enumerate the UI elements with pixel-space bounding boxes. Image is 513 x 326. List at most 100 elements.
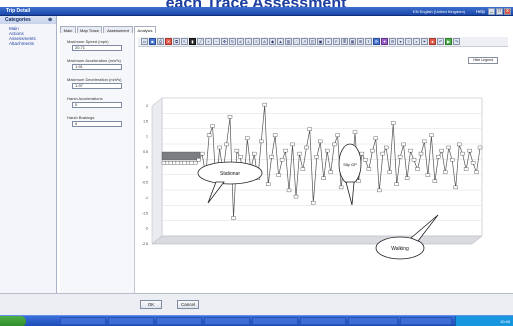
play-icon[interactable]: ▶ — [445, 38, 452, 45]
tab-analysis[interactable]: Analysis — [134, 26, 156, 33]
zoom-out-icon[interactable]: − — [213, 38, 220, 45]
language-indicator[interactable]: EN English (United Kingdom) — [413, 8, 465, 15]
maximize-button[interactable]: □ — [496, 8, 503, 15]
data-point — [377, 188, 382, 193]
clock: 10:46 — [499, 319, 510, 324]
font-icon[interactable]: F — [333, 38, 340, 45]
pointer-icon[interactable]: ↖ — [181, 38, 188, 45]
undo-icon[interactable]: ↶ — [437, 38, 444, 45]
cancel-button[interactable]: Cancel — [177, 300, 199, 309]
max-speed-label: Maximum Speed (mph) — [67, 39, 109, 44]
line-tool-icon[interactable]: ╱ — [197, 38, 204, 45]
data-point — [272, 133, 278, 137]
taskbar-item[interactable] — [300, 317, 346, 325]
data-point — [429, 133, 434, 137]
redo-icon[interactable]: ↷ — [453, 38, 460, 45]
data-point — [307, 127, 312, 131]
trend-icon[interactable]: ↗ — [301, 38, 308, 45]
dropdown-icon[interactable]: ▾ — [397, 38, 404, 45]
rotate-icon[interactable]: ↻ — [229, 38, 236, 45]
pan-icon[interactable]: ✥ — [221, 38, 228, 45]
data-point — [387, 170, 392, 174]
data-point — [460, 151, 465, 156]
pin-icon[interactable]: ⊕ — [48, 16, 52, 24]
data-icon[interactable]: ▦ — [349, 38, 356, 45]
taskbar-item[interactable] — [400, 317, 452, 325]
find-icon[interactable]: ⌕ — [413, 38, 420, 45]
max-deceleration-field[interactable]: 1.97 — [72, 83, 122, 89]
legend-icon[interactable]: ≡ — [253, 38, 260, 45]
data-point — [432, 179, 438, 183]
data-point — [408, 148, 413, 153]
data-point — [404, 176, 410, 180]
data-point — [321, 176, 326, 180]
data-point — [193, 161, 198, 165]
harsh-accelerations-field[interactable]: 0 — [72, 102, 122, 108]
data-point — [401, 142, 406, 147]
max-deceleration-label: Maximum Deceleration (m/s²s) — [67, 77, 122, 82]
data-point — [373, 136, 378, 140]
tab-main[interactable]: Main — [60, 26, 76, 33]
taskbar-item[interactable] — [348, 317, 398, 325]
color-icon[interactable]: ◐ — [325, 38, 332, 45]
properties-icon[interactable]: ⚙ — [389, 38, 396, 45]
export-icon[interactable]: ⇪ — [365, 38, 372, 45]
series-icon[interactable]: ≣ — [341, 38, 348, 45]
label-icon[interactable]: A — [261, 38, 268, 45]
data-point — [370, 148, 375, 153]
taskbar-item[interactable] — [108, 317, 154, 325]
callout-slip-gp-text: Slip GP — [343, 162, 357, 167]
area-icon[interactable]: ▲ — [277, 38, 284, 45]
data-point — [415, 167, 420, 171]
bar-icon[interactable]: ▥ — [285, 38, 292, 45]
data-point — [200, 151, 205, 156]
chart-type-icon[interactable]: ▮ — [189, 38, 196, 45]
taskbar-item[interactable] — [156, 317, 202, 325]
data-point — [269, 155, 274, 159]
data-point — [384, 145, 389, 150]
zoom-in-icon[interactable]: + — [205, 38, 212, 45]
table-icon[interactable]: ⊞ — [357, 38, 364, 45]
open-icon[interactable]: ▭ — [141, 38, 148, 45]
data-point — [338, 185, 344, 190]
marker-icon[interactable]: ◆ — [269, 38, 276, 45]
wall-icon[interactable]: ▣ — [317, 38, 324, 45]
data-point — [422, 139, 427, 144]
data-point — [418, 151, 424, 156]
save-icon[interactable]: ■ — [149, 38, 156, 45]
window-titlebar: Trip Detail EN English (United Kingdom) … — [0, 7, 513, 16]
data-point — [436, 155, 441, 159]
refresh-icon[interactable]: ⟳ — [373, 38, 380, 45]
data-point — [335, 133, 340, 137]
print-icon[interactable]: ⎙ — [157, 38, 164, 45]
style-icon[interactable]: ✦ — [381, 38, 388, 45]
harsh-brakings-field[interactable]: 0 — [72, 121, 122, 127]
minimize-button[interactable]: _ — [488, 8, 495, 15]
copy-icon[interactable]: ⧉ — [173, 38, 180, 45]
scatter-icon[interactable]: ∴ — [293, 38, 300, 45]
max-acceleration-field[interactable]: 1.91 — [72, 64, 122, 70]
y-tick-label: 1 — [146, 135, 148, 139]
delete-icon[interactable]: ✕ — [165, 38, 172, 45]
help-icon[interactable]: ? — [405, 38, 412, 45]
taskbar-item[interactable] — [60, 317, 106, 325]
data-point — [328, 170, 333, 174]
sidebar-item-attachments[interactable]: Attachments — [0, 41, 56, 46]
data-point — [276, 173, 281, 177]
tab-map-trace[interactable]: Map Trace — [77, 26, 102, 33]
help-button[interactable]: Help — [476, 8, 485, 15]
grid-icon[interactable]: # — [237, 38, 244, 45]
3d-icon[interactable]: ◰ — [309, 38, 316, 45]
axis-icon[interactable]: ⊥ — [245, 38, 252, 45]
taskbar-item[interactable] — [252, 317, 298, 325]
data-point — [450, 158, 455, 162]
max-speed-field[interactable]: 20.71 — [72, 45, 122, 51]
tab-assessment[interactable]: Assessment — [103, 26, 133, 33]
stop-icon[interactable]: ● — [429, 38, 436, 45]
ok-button[interactable]: OK — [140, 300, 162, 309]
filter-icon[interactable]: ⏷ — [421, 38, 428, 45]
close-button[interactable]: x — [504, 8, 511, 15]
y-axis-ticks: 2 1.5 1 0.5 0 -0.5 -1 -1.5 -2 -2.5 — [142, 104, 148, 246]
taskbar-item[interactable] — [204, 317, 250, 325]
start-button[interactable] — [0, 316, 26, 326]
